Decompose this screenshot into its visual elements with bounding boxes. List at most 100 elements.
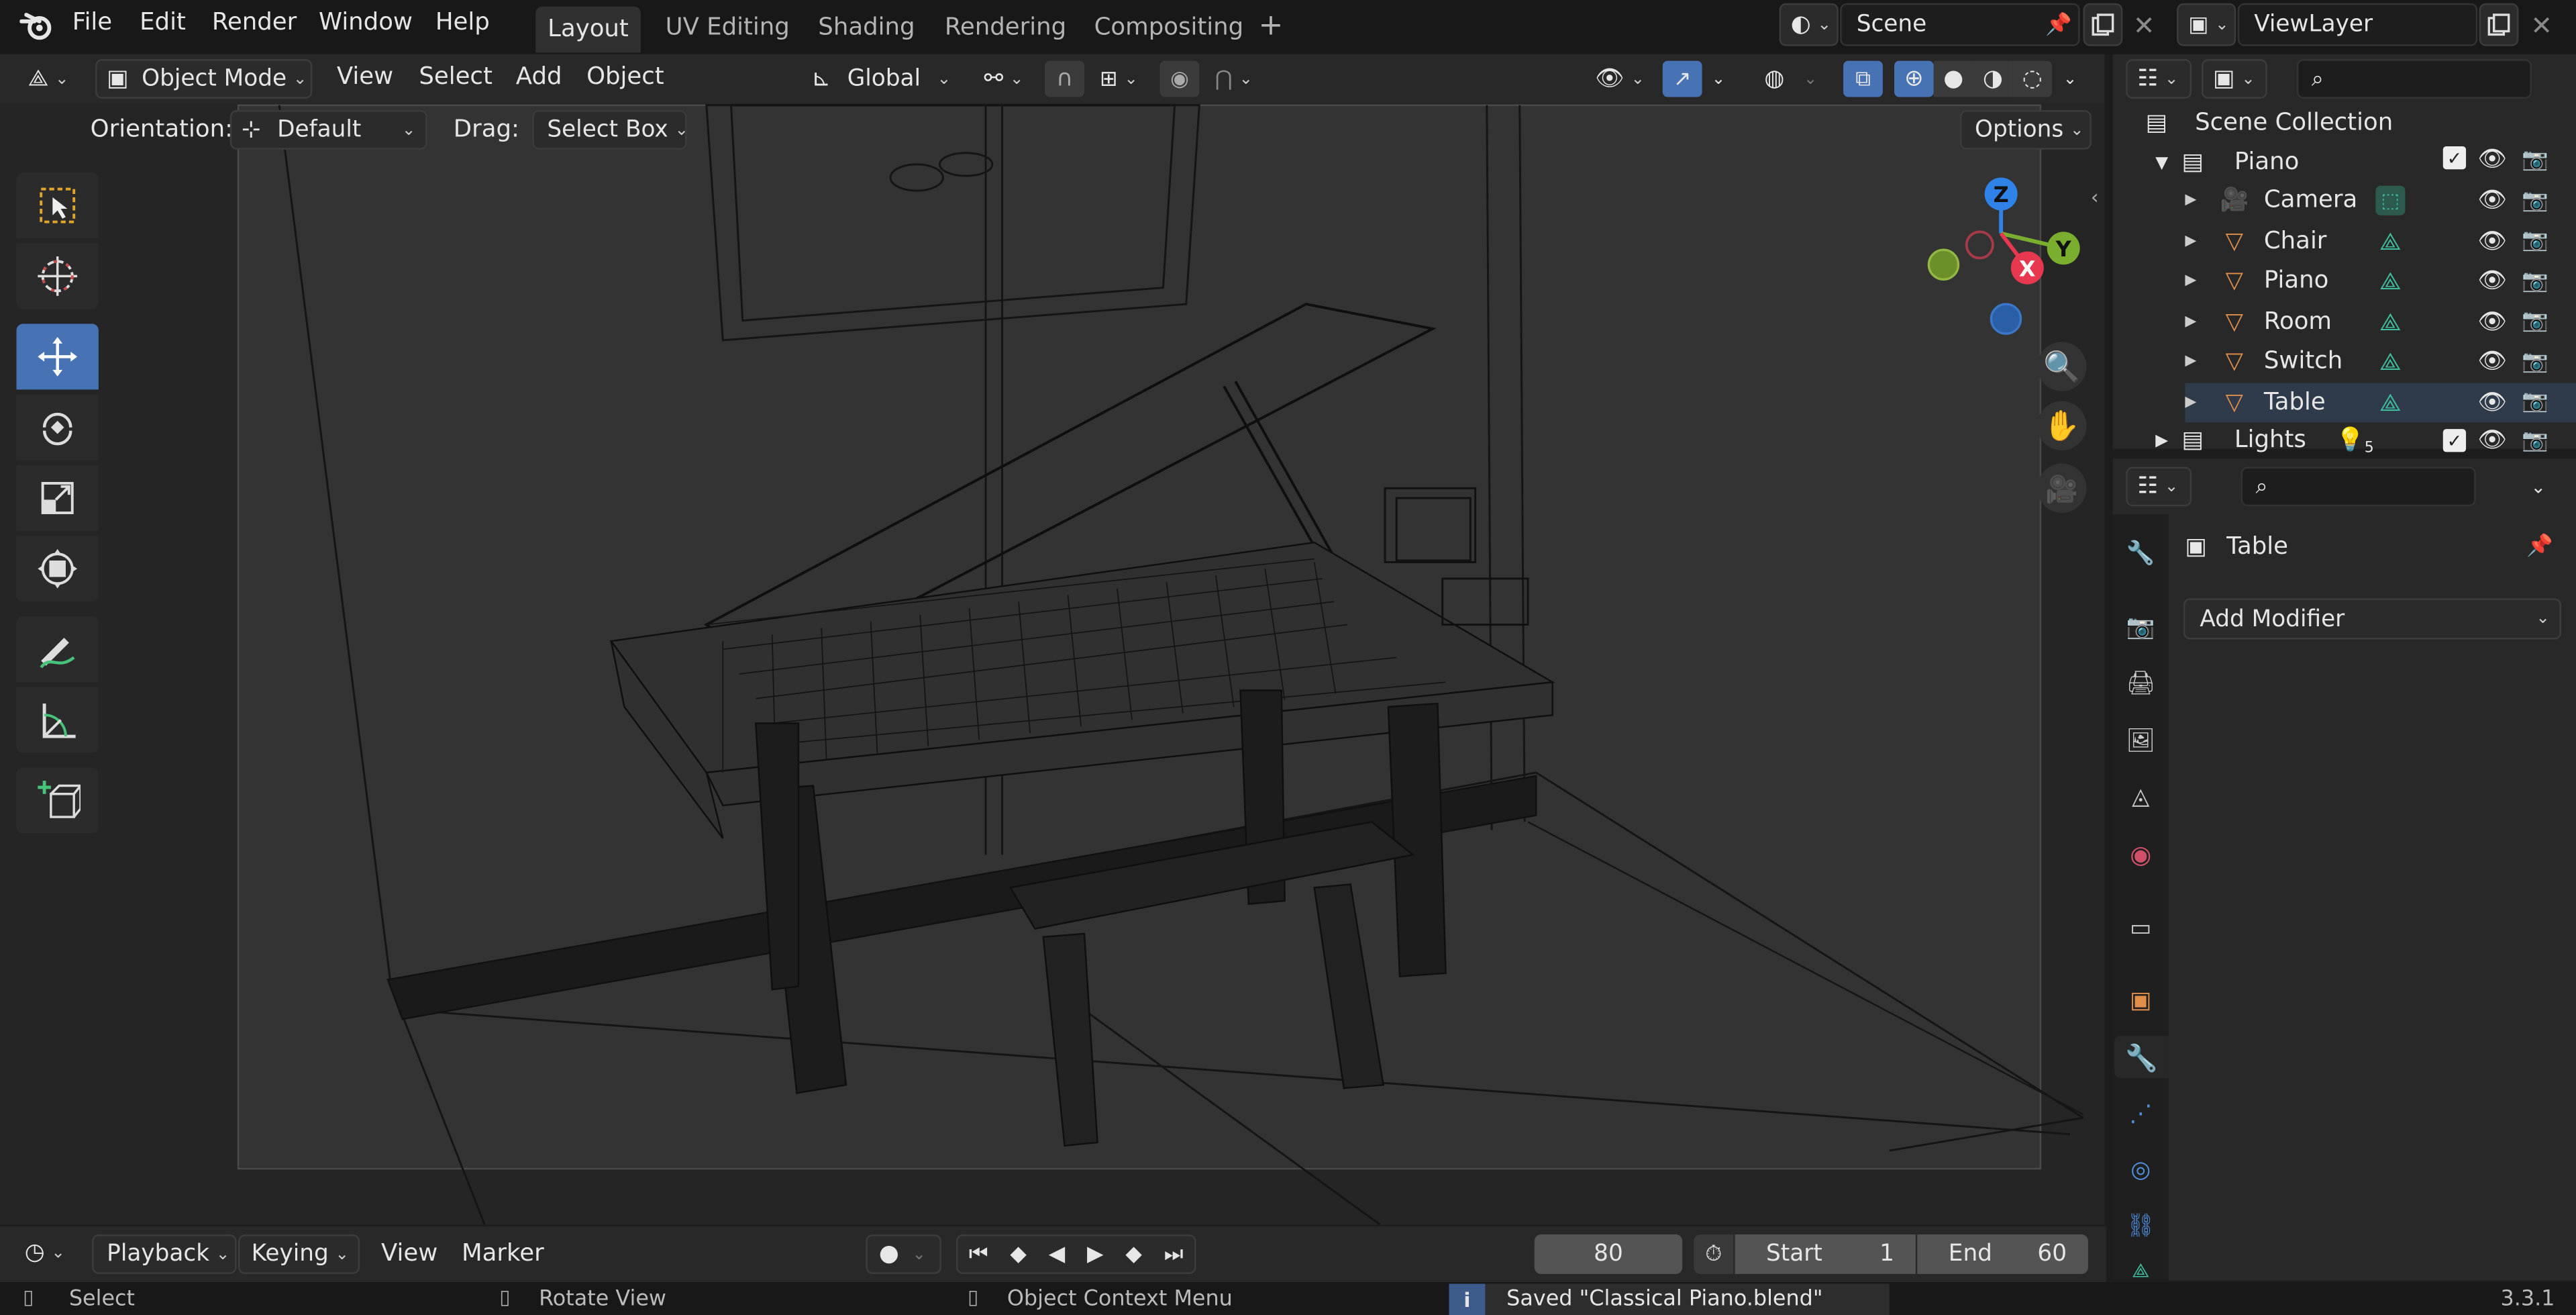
select-box-tool-icon[interactable] xyxy=(16,173,99,239)
collection-checkbox[interactable]: ✓ xyxy=(2442,146,2467,170)
menu-window[interactable]: Window xyxy=(319,10,413,36)
rendered-shading-icon[interactable]: ◌ xyxy=(2012,60,2053,97)
object-visibility-icon[interactable]: 👁 xyxy=(2476,345,2509,378)
gizmo-dropdown-icon[interactable]: ⌄ xyxy=(1704,61,1733,97)
output-properties-tab-icon[interactable]: 🖨 xyxy=(2122,666,2159,702)
object-visibility-icon[interactable]: 👁 xyxy=(2476,385,2509,418)
camera-data-icon[interactable]: ⬚ xyxy=(2375,185,2406,215)
object-render-icon[interactable]: 📷 xyxy=(2518,305,2551,338)
outliner-object-row[interactable]: ▶ ▽ Table ⟁ xyxy=(2185,382,2576,422)
solid-shading-icon[interactable]: ● xyxy=(1933,60,1973,97)
viewport-menu-object[interactable]: Object xyxy=(586,64,664,91)
view-layer-field[interactable]: ViewLayer xyxy=(2237,3,2478,46)
viewport-3d[interactable] xyxy=(0,54,2105,1225)
collection-render-icon[interactable]: 📷 xyxy=(2518,143,2551,176)
mesh-data-icon[interactable]: ⟁ xyxy=(2379,266,2402,296)
add-cube-tool-icon[interactable] xyxy=(16,767,99,834)
collapse-triangle-icon[interactable]: ▼ xyxy=(2155,154,2181,172)
object-visibility-icon[interactable]: 👁 xyxy=(2476,184,2509,217)
auto-keying-toggle[interactable]: ● ⌄ xyxy=(866,1234,941,1274)
sidebar-toggle-icon[interactable]: ‹ xyxy=(2083,181,2106,213)
scene-properties-tab-icon[interactable]: ◬ xyxy=(2122,779,2159,816)
drag-dropdown[interactable]: Select Box ⌄ xyxy=(532,110,688,150)
wireframe-shading-icon[interactable]: ⊕ xyxy=(1894,60,1934,97)
pan-hand-icon[interactable]: ✋ xyxy=(2037,401,2087,450)
expand-triangle-icon[interactable]: ▶ xyxy=(2185,313,2211,329)
blender-logo-icon[interactable] xyxy=(16,8,56,44)
outliner-editor-type-dropdown[interactable]: ☷ ⌄ xyxy=(2126,59,2192,99)
menu-edit[interactable]: Edit xyxy=(140,10,186,36)
collection-visibility-icon[interactable]: 👁 xyxy=(2476,143,2509,176)
play-icon[interactable]: ▶ xyxy=(1087,1242,1103,1267)
outliner-object-row[interactable]: ▶ ▽ Room ⟁ xyxy=(2185,301,2576,341)
expand-triangle-icon[interactable]: ▶ xyxy=(2185,273,2211,289)
outliner-object-row[interactable]: ▶ ▽ Piano ⟁ xyxy=(2185,261,2576,301)
overlays-dropdown-icon[interactable]: ⌄ xyxy=(1796,61,1825,97)
object-render-icon[interactable]: 📷 xyxy=(2518,385,2551,418)
cursor-tool-icon[interactable] xyxy=(16,243,99,309)
mesh-data-icon[interactable]: ⟁ xyxy=(2379,347,2402,377)
tab-layout[interactable]: Layout xyxy=(535,6,641,53)
viewport-menu-add[interactable]: Add xyxy=(516,64,562,91)
view-layer-type-dropdown[interactable]: ▣ ⌄ xyxy=(2177,3,2236,46)
outliner-object-row[interactable]: ▶ ▽ Chair ⟁ xyxy=(2185,221,2576,260)
expand-triangle-icon[interactable]: ▶ xyxy=(2185,393,2211,409)
navigation-gizmo[interactable]: Z Y X xyxy=(1916,171,2100,352)
new-scene-button[interactable] xyxy=(2083,3,2123,46)
object-visibility-icon[interactable]: 👁 xyxy=(2476,264,2509,297)
view-layer-properties-tab-icon[interactable]: 🖼 xyxy=(2122,723,2159,759)
properties-editor-type-dropdown[interactable]: ☷ ⌄ xyxy=(2126,467,2192,507)
outliner-lights-row[interactable]: ▶ ▤ Lights 💡 5 xyxy=(2155,424,2576,457)
lights-render-icon[interactable]: 📷 xyxy=(2518,424,2551,457)
outliner-scene-collection-row[interactable]: ▤ Scene Collection xyxy=(2146,103,2573,143)
prev-keyframe-icon[interactable]: ◆ xyxy=(1010,1242,1026,1267)
render-properties-tab-icon[interactable]: 📷 xyxy=(2122,610,2159,646)
expand-triangle-icon[interactable]: ▶ xyxy=(2155,432,2181,450)
playback-dropdown[interactable]: Playback ⌄ xyxy=(92,1234,237,1274)
gizmo-toggle-icon[interactable]: ↗ xyxy=(1662,60,1702,97)
snap-target-icon[interactable]: ⊞ ⌄ xyxy=(1088,61,1150,97)
keying-dropdown[interactable]: Keying ⌄ xyxy=(238,1234,360,1274)
object-render-icon[interactable]: 📷 xyxy=(2518,345,2551,378)
scene-type-dropdown[interactable]: ◐ ⌄ xyxy=(1779,3,1839,46)
new-view-layer-button[interactable] xyxy=(2479,3,2519,46)
proportional-edit-icon[interactable]: ◉ xyxy=(1160,60,1200,97)
object-render-icon[interactable]: 📷 xyxy=(2518,224,2551,257)
tab-rendering[interactable]: Rendering xyxy=(945,15,1066,41)
options-dropdown[interactable]: Options ⌄ xyxy=(1959,110,2092,150)
expand-triangle-icon[interactable]: ▶ xyxy=(2185,233,2211,249)
overlays-icon[interactable]: ◍ xyxy=(1755,61,1794,97)
expand-triangle-icon[interactable]: ▶ xyxy=(2185,353,2211,369)
tool-properties-tab-icon[interactable]: 🔧 xyxy=(2122,536,2159,572)
transform-orientation-dropdown[interactable]: ⊾ Global ⌄ xyxy=(800,59,958,99)
camera-view-icon[interactable]: 🎥 xyxy=(2037,463,2087,514)
mesh-data-icon[interactable]: ⟁ xyxy=(2379,226,2402,256)
object-visibility-icon[interactable]: 👁 xyxy=(2476,224,2509,257)
viewport-menu-select[interactable]: Select xyxy=(419,64,493,91)
lights-visibility-icon[interactable]: 👁 xyxy=(2476,424,2509,457)
menu-help[interactable]: Help xyxy=(435,10,490,36)
visibility-icon[interactable]: 👁 ⌄ xyxy=(1590,61,1649,97)
transform-tool-icon[interactable] xyxy=(16,536,99,602)
editor-type-dropdown[interactable]: ⟁ ⌄ xyxy=(13,59,86,99)
shading-dropdown-icon[interactable]: ⌄ xyxy=(2055,61,2085,97)
tab-uv-editing[interactable]: UV Editing xyxy=(666,15,790,41)
properties-options-icon[interactable]: ⌄ xyxy=(2518,467,2558,506)
mode-dropdown[interactable]: ▣ Object Mode ⌄ xyxy=(95,59,313,99)
current-frame-field[interactable]: 80 xyxy=(1534,1234,1683,1274)
pivot-point-icon[interactable]: ⚯ ⌄ xyxy=(972,61,1035,97)
add-workspace-button[interactable]: + xyxy=(1258,8,1283,42)
properties-search-input[interactable]: ⌕ xyxy=(2240,467,2476,507)
object-properties-tab-icon[interactable]: ▣ xyxy=(2122,983,2159,1019)
object-visibility-icon[interactable]: 👁 xyxy=(2476,305,2509,338)
jump-start-icon[interactable]: ⏮ xyxy=(969,1242,988,1267)
falloff-icon[interactable]: ⋂ ⌄ xyxy=(1202,61,1265,97)
data-properties-tab-icon[interactable]: ⟁ xyxy=(2122,1259,2159,1282)
menu-render[interactable]: Render xyxy=(212,10,297,36)
pin-scene-icon[interactable]: 📌 xyxy=(2041,7,2077,43)
mesh-data-icon[interactable]: ⟁ xyxy=(2379,387,2402,417)
add-modifier-dropdown[interactable]: Add Modifier ⌄ xyxy=(2183,598,2562,640)
delete-view-layer-icon[interactable]: ✕ xyxy=(2524,7,2560,43)
tab-shading[interactable]: Shading xyxy=(818,15,915,41)
start-frame-field[interactable]: Start 1 xyxy=(1735,1234,1916,1274)
